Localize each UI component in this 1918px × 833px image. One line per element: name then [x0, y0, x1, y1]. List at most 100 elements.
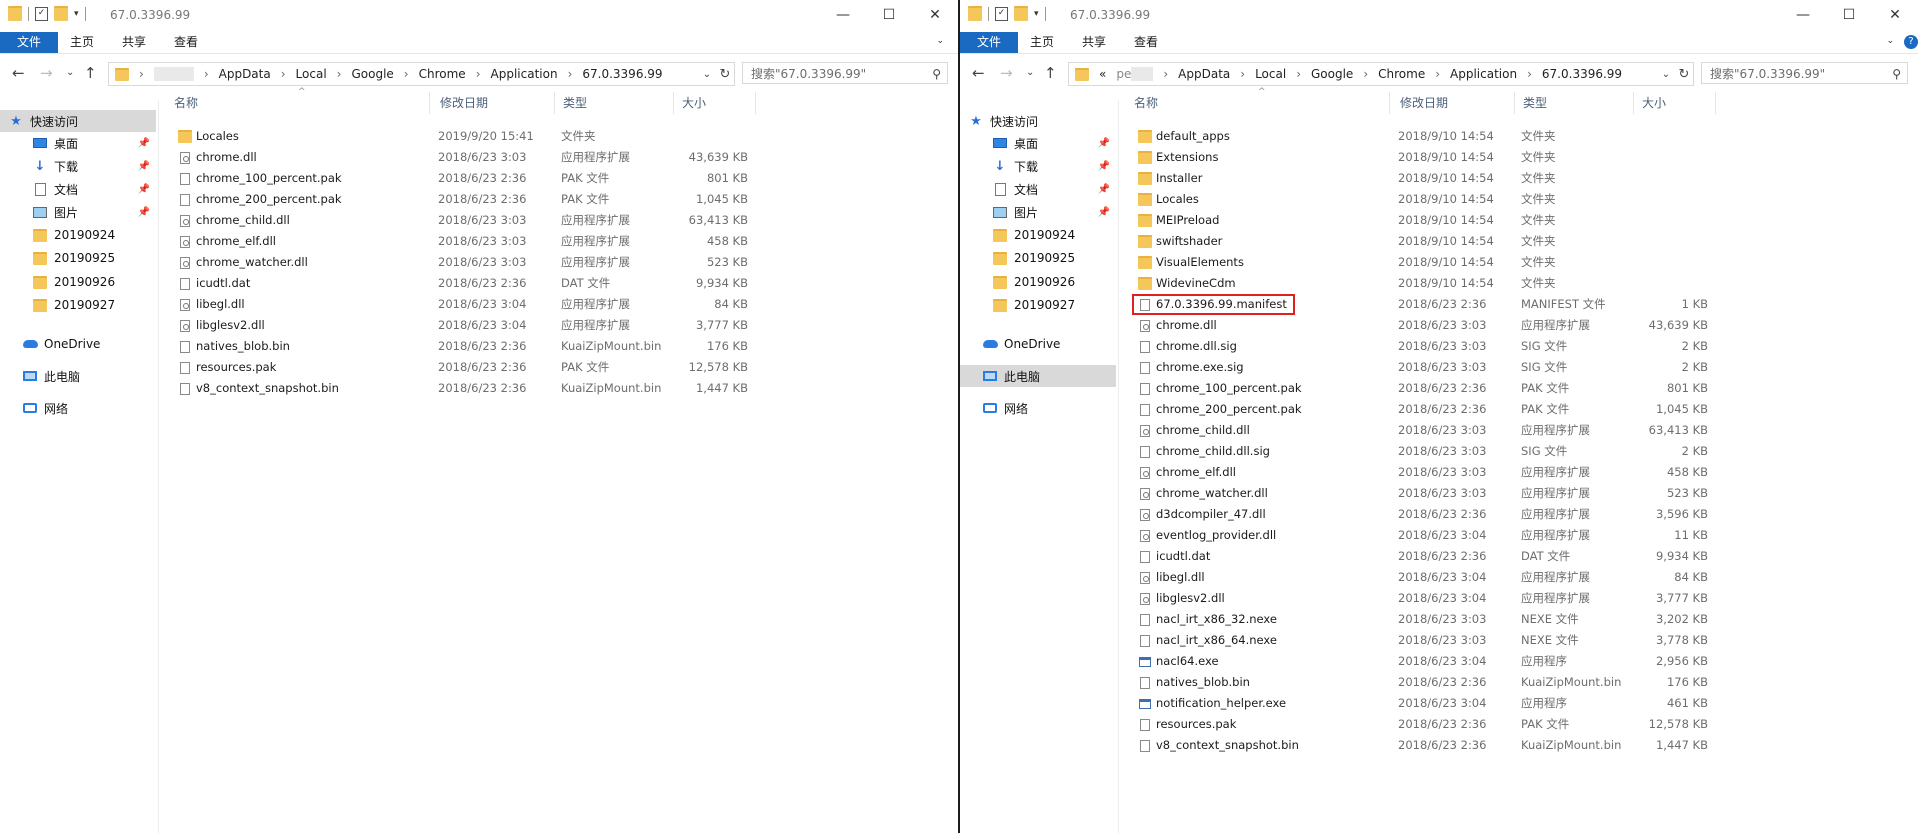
file-name[interactable]: nacl64.exe: [1138, 653, 1219, 670]
table-row[interactable]: icudtl.dat 2018/6/23 2:36 DAT 文件 9,934 K…: [0, 275, 958, 292]
customize-toolbar-icon[interactable]: ▾: [1034, 9, 1039, 19]
back-icon[interactable]: ←: [972, 64, 985, 82]
table-row[interactable]: nacl_irt_x86_32.nexe 2018/6/23 3:03 NEXE…: [960, 611, 1918, 628]
maximize-button[interactable]: ☐: [1826, 0, 1872, 30]
file-name[interactable]: chrome.dll: [178, 149, 257, 166]
file-name[interactable]: eventlog_provider.dll: [1138, 527, 1276, 544]
file-name[interactable]: chrome.dll.sig: [1138, 338, 1237, 355]
address-dropdown-icon[interactable]: ⌄: [1657, 69, 1675, 80]
table-row[interactable]: WidevineCdm 2018/9/10 14:54 文件夹: [960, 275, 1918, 292]
table-row[interactable]: chrome_200_percent.pak 2018/6/23 2:36 PA…: [960, 401, 1918, 418]
file-name[interactable]: chrome_200_percent.pak: [178, 191, 342, 208]
minimize-button[interactable]: —: [1780, 0, 1826, 30]
address-bar[interactable]: « pe › AppData › Local › Google › Chrome › Applicat…: [1068, 62, 1694, 86]
refresh-icon[interactable]: ↻: [1675, 67, 1693, 82]
file-name[interactable]: libegl.dll: [178, 296, 245, 313]
refresh-icon[interactable]: ↻: [716, 67, 734, 82]
column-header-size[interactable]: 大小: [676, 92, 756, 114]
table-row[interactable]: resources.pak 2018/6/23 2:36 PAK 文件 12,5…: [0, 359, 958, 376]
close-button[interactable]: ✕: [912, 0, 958, 30]
file-name[interactable]: chrome_elf.dll: [178, 233, 276, 250]
file-name[interactable]: chrome.dll: [1138, 317, 1217, 334]
column-header-type[interactable]: 类型: [1517, 92, 1634, 114]
tab-file[interactable]: 文件: [960, 32, 1018, 53]
breadcrumb-item[interactable]: Chrome: [419, 67, 466, 81]
breadcrumb-item[interactable]: Local: [1255, 67, 1286, 81]
file-name[interactable]: chrome_200_percent.pak: [1138, 401, 1302, 418]
highlighted-file-name[interactable]: 67.0.3396.99.manifest: [1132, 294, 1295, 315]
table-row[interactable]: chrome_100_percent.pak 2018/6/23 2:36 PA…: [0, 170, 958, 187]
properties-icon[interactable]: ✓: [995, 6, 1008, 21]
address-bar[interactable]: › › AppData › Local › Google › Chrome › Applicatio…: [108, 62, 735, 86]
table-row[interactable]: MEIPreload 2018/9/10 14:54 文件夹: [960, 212, 1918, 229]
table-row[interactable]: libglesv2.dll 2018/6/23 3:04 应用程序扩展 3,77…: [960, 590, 1918, 607]
file-name[interactable]: nacl_irt_x86_64.nexe: [1138, 632, 1277, 649]
table-row[interactable]: Locales 2018/9/10 14:54 文件夹: [960, 191, 1918, 208]
tab-home[interactable]: 主页: [56, 32, 108, 53]
tab-file[interactable]: 文件: [0, 32, 58, 53]
forward-icon[interactable]: →: [1000, 64, 1013, 82]
tab-view[interactable]: 查看: [1120, 32, 1172, 53]
tab-view[interactable]: 查看: [160, 32, 212, 53]
table-row[interactable]: chrome.exe.sig 2018/6/23 3:03 SIG 文件 2 K…: [960, 359, 1918, 376]
breadcrumb-item[interactable]: Google: [1311, 67, 1353, 81]
table-row[interactable]: v8_context_snapshot.bin 2018/6/23 2:36 K…: [0, 380, 958, 397]
file-name[interactable]: v8_context_snapshot.bin: [178, 380, 339, 397]
table-row[interactable]: chrome_100_percent.pak 2018/6/23 2:36 PA…: [960, 380, 1918, 397]
table-row[interactable]: libegl.dll 2018/6/23 3:04 应用程序扩展 84 KB: [960, 569, 1918, 586]
breadcrumb-item[interactable]: 67.0.3396.99: [582, 67, 662, 81]
file-name[interactable]: Extensions: [1138, 149, 1218, 166]
table-row[interactable]: Extensions 2018/9/10 14:54 文件夹: [960, 149, 1918, 166]
table-row[interactable]: nacl64.exe 2018/6/23 3:04 应用程序 2,956 KB: [960, 653, 1918, 670]
file-name[interactable]: MEIPreload: [1138, 212, 1219, 229]
table-row[interactable]: chrome_watcher.dll 2018/6/23 3:03 应用程序扩展…: [960, 485, 1918, 502]
table-row[interactable]: default_apps 2018/9/10 14:54 文件夹: [960, 128, 1918, 145]
file-name[interactable]: natives_blob.bin: [178, 338, 290, 355]
table-row[interactable]: chrome.dll 2018/6/23 3:03 应用程序扩展 43,639 …: [0, 149, 958, 166]
table-row[interactable]: swiftshader 2018/9/10 14:54 文件夹: [960, 233, 1918, 250]
file-name[interactable]: icudtl.dat: [178, 275, 250, 292]
breadcrumb-item[interactable]: Application: [1450, 67, 1517, 81]
recent-locations-icon[interactable]: ⌄: [66, 67, 74, 78]
table-row[interactable]: Locales 2019/9/20 15:41 文件夹: [0, 128, 958, 145]
file-name[interactable]: libglesv2.dll: [178, 317, 265, 334]
file-name[interactable]: chrome.exe.sig: [1138, 359, 1244, 376]
expand-ribbon-icon[interactable]: ⌄: [1886, 36, 1894, 46]
tab-home[interactable]: 主页: [1016, 32, 1068, 53]
file-name[interactable]: WidevineCdm: [1138, 275, 1236, 292]
file-name[interactable]: chrome_100_percent.pak: [178, 170, 342, 187]
table-row[interactable]: Installer 2018/9/10 14:54 文件夹: [960, 170, 1918, 187]
file-name[interactable]: resources.pak: [1138, 716, 1236, 733]
minimize-button[interactable]: —: [820, 0, 866, 30]
customize-toolbar-icon[interactable]: ▾: [74, 9, 79, 19]
up-icon[interactable]: ↑: [1044, 64, 1057, 82]
close-button[interactable]: ✕: [1872, 0, 1918, 30]
table-row[interactable]: chrome_child.dll 2018/6/23 3:03 应用程序扩展 6…: [960, 422, 1918, 439]
expand-ribbon-icon[interactable]: ⌄: [936, 36, 944, 46]
table-row[interactable]: notification_helper.exe 2018/6/23 3:04 应…: [960, 695, 1918, 712]
tab-share[interactable]: 共享: [108, 32, 160, 53]
file-name[interactable]: v8_context_snapshot.bin: [1138, 737, 1299, 754]
file-name[interactable]: default_apps: [1138, 128, 1230, 145]
breadcrumb-item[interactable]: Google: [351, 67, 393, 81]
tab-share[interactable]: 共享: [1068, 32, 1120, 53]
file-name[interactable]: chrome_elf.dll: [1138, 464, 1236, 481]
column-header-date[interactable]: 修改日期: [1394, 92, 1515, 114]
address-dropdown-icon[interactable]: ⌄: [698, 69, 716, 80]
breadcrumb-item[interactable]: AppData: [219, 67, 271, 81]
column-header-name[interactable]: 名称: [168, 92, 430, 114]
file-name[interactable]: chrome_child.dll: [1138, 422, 1250, 439]
breadcrumb-item[interactable]: Application: [491, 67, 558, 81]
file-name[interactable]: resources.pak: [178, 359, 276, 376]
maximize-button[interactable]: ☐: [866, 0, 912, 30]
table-row[interactable]: chrome.dll.sig 2018/6/23 3:03 SIG 文件 2 K…: [960, 338, 1918, 355]
breadcrumb-item[interactable]: Chrome: [1378, 67, 1425, 81]
table-row[interactable]: nacl_irt_x86_64.nexe 2018/6/23 3:03 NEXE…: [960, 632, 1918, 649]
table-row[interactable]: VisualElements 2018/9/10 14:54 文件夹: [960, 254, 1918, 271]
file-name[interactable]: chrome_watcher.dll: [1138, 485, 1268, 502]
new-folder-icon[interactable]: [54, 6, 68, 21]
file-name[interactable]: icudtl.dat: [1138, 548, 1210, 565]
column-header-name[interactable]: 名称: [1128, 92, 1390, 114]
file-name[interactable]: notification_helper.exe: [1138, 695, 1286, 712]
file-name[interactable]: libegl.dll: [1138, 569, 1205, 586]
